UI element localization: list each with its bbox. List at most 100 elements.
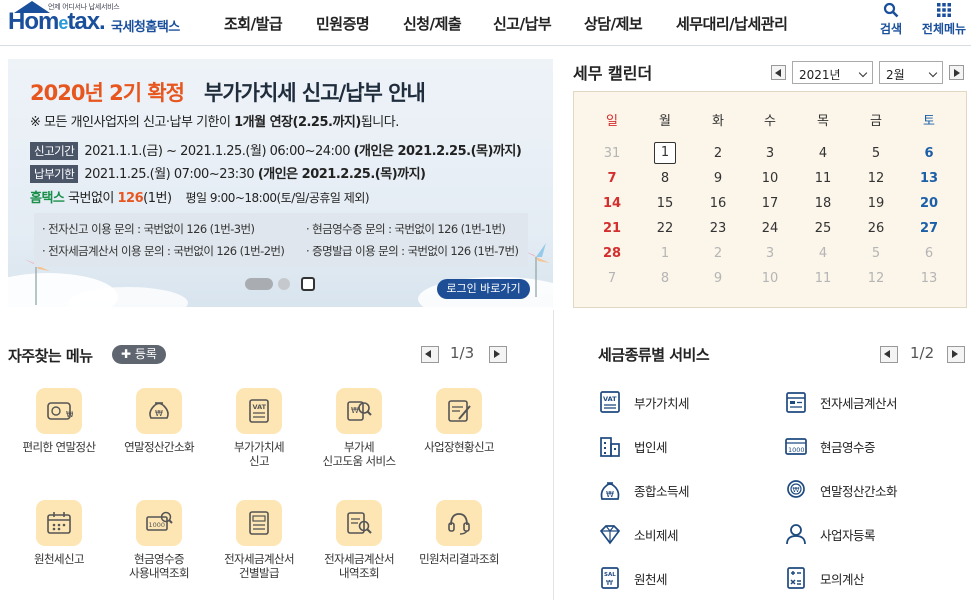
- tax-services-pager: 1/2: [910, 344, 935, 362]
- all-menu-button[interactable]: 전체메뉴: [918, 2, 970, 37]
- calendar-day[interactable]: 3: [750, 146, 790, 161]
- calendar-day[interactable]: 21: [592, 221, 632, 236]
- tax-service-item[interactable]: 1000 현금영수증: [784, 432, 876, 460]
- tax-service-item[interactable]: ₩ 연말정산간소화: [784, 476, 898, 504]
- favorite-item[interactable]: 전자세금계산서 내역조회: [309, 500, 409, 580]
- calendar-day[interactable]: 24: [750, 221, 790, 236]
- calendar-day[interactable]: 20: [909, 196, 949, 211]
- calendar-day[interactable]: 16: [698, 196, 738, 211]
- calendar-day[interactable]: 2: [698, 146, 738, 161]
- invoice-icon: [249, 511, 269, 535]
- favorite-item[interactable]: 원천세신고: [9, 500, 109, 566]
- svg-text:VAT: VAT: [253, 403, 267, 411]
- favorite-label: 사업장현황신고: [424, 440, 494, 454]
- banner-hotline: 홈택스 국번없이 126(1번) 평일 9:00~18:00(토/일/공휴일 제외…: [30, 191, 370, 206]
- nav-inquiry[interactable]: 조회/발급: [224, 13, 283, 34]
- calendar-day[interactable]: 18: [803, 196, 843, 211]
- search-button[interactable]: 검색: [876, 2, 906, 37]
- report-pen-icon: [448, 400, 471, 422]
- calendar-day[interactable]: 4: [803, 146, 843, 161]
- favorite-item[interactable]: ₩ 연말정산간소화: [109, 388, 209, 454]
- favorite-item[interactable]: VAT 부가가치세 신고: [209, 388, 309, 468]
- calendar-day[interactable]: 6: [909, 146, 949, 161]
- login-shortcut-button[interactable]: 로그인 바로가기: [437, 279, 530, 299]
- header: 언제 어디서나 납세서비스 Hometax. 국세청홈택스 조회/발급 민원증명…: [0, 0, 971, 46]
- calendar-day[interactable]: 25: [803, 221, 843, 236]
- favorites-title: 자주찾는 메뉴: [8, 347, 93, 365]
- favorite-label: 현금영수증 사용내역조회: [129, 552, 189, 580]
- nav-consult-report[interactable]: 상담/제보: [584, 13, 643, 34]
- favorites-register-button[interactable]: ✚ 등록: [112, 345, 166, 364]
- calendar-day: 31: [603, 146, 621, 161]
- favorite-item[interactable]: ₩ 편리한 연말정산: [9, 388, 109, 454]
- tax-service-item[interactable]: 사업자등록: [784, 520, 876, 548]
- calendar-day[interactable]: 27: [909, 221, 949, 236]
- calendar-day: 8: [660, 271, 670, 286]
- plus-icon: ✚: [121, 347, 132, 361]
- favorite-item[interactable]: 민원처리결과조회: [409, 500, 509, 566]
- calendar-day[interactable]: 15: [645, 196, 685, 211]
- tax-service-item[interactable]: ₩ 종합소득세: [598, 476, 690, 504]
- calendar-day[interactable]: 9: [698, 171, 738, 186]
- banner-title-highlight: 2020년 2기 확정: [30, 81, 185, 105]
- calendar-day[interactable]: 5: [856, 146, 896, 161]
- calendar-day[interactable]: 10: [750, 171, 790, 186]
- calendar-day[interactable]: 11: [803, 171, 843, 186]
- nav-tax-agent[interactable]: 세무대리/납세관리: [676, 13, 788, 34]
- calendar-day[interactable]: 14: [592, 196, 632, 211]
- favorite-item[interactable]: ₩ 부가세 신고도움 서비스: [309, 388, 409, 468]
- svg-text:₩: ₩: [66, 410, 73, 419]
- tax-calendar: 일 월 화 수 목 금 토 31 1 2 3 4 5 6 7 8 9 10 11 12 13 14 15 16 17 18 19 20…: [573, 91, 967, 308]
- notice-banner[interactable]: 2020년 2기 확정 부가가치세 신고/납부 안내 ※ 모든 개인사업자의 신…: [8, 59, 553, 307]
- tax-service-item[interactable]: SAL ₩ 원천세: [598, 564, 668, 592]
- calendar-day-today[interactable]: 1: [654, 142, 676, 164]
- calendar-day[interactable]: 26: [856, 221, 896, 236]
- tax-service-item[interactable]: 법인세: [598, 432, 668, 460]
- calendar-month-select[interactable]: 2월: [879, 61, 943, 84]
- calendar-day[interactable]: 8: [645, 171, 685, 186]
- contact-cash-receipt: · 현금영수증 문의 : 국번없이 126 (1번-1번): [306, 222, 506, 236]
- tax-services-next-button[interactable]: [947, 346, 965, 363]
- favorite-item[interactable]: 1000 현금영수증 사용내역조회: [109, 500, 209, 580]
- calendar-weekday: 일: [606, 114, 618, 129]
- calendar-year-select[interactable]: 2021년: [792, 61, 873, 84]
- calendar-day[interactable]: 13: [909, 171, 949, 186]
- calendar-day: 10: [761, 271, 779, 286]
- tax-service-item[interactable]: VAT 부가가치세: [598, 388, 690, 416]
- favorite-item[interactable]: 사업장현황신고: [409, 388, 509, 454]
- favorites-next-button[interactable]: [489, 346, 507, 363]
- banner-pause-button[interactable]: [301, 277, 315, 291]
- favorite-icon-tile: [236, 500, 282, 546]
- diamond-icon: [599, 525, 621, 545]
- cash-1000-icon: 1000: [785, 438, 807, 455]
- calendar-day[interactable]: 19: [856, 196, 896, 211]
- cash-receipt-icon: 1000: [146, 511, 173, 531]
- calendar-prev-year-button[interactable]: [771, 65, 786, 80]
- calendar-day[interactable]: 7: [592, 171, 632, 186]
- tax-services-prev-button[interactable]: [880, 346, 898, 363]
- tax-service-item[interactable]: 소비제세: [598, 520, 679, 548]
- svg-text:₩: ₩: [793, 486, 800, 494]
- banner-dot-2[interactable]: [278, 278, 290, 290]
- calendar-weekday: 목: [817, 114, 829, 129]
- nav-applications[interactable]: 신청/제출: [403, 13, 462, 34]
- favorite-item[interactable]: 전자세금계산서 건별발급: [209, 500, 309, 580]
- favorite-icon-tile: [436, 388, 482, 434]
- tax-service-item[interactable]: 전자세금계산서: [784, 388, 898, 416]
- favorites-prev-button[interactable]: [421, 346, 439, 363]
- banner-dot-1[interactable]: [245, 278, 273, 290]
- calendar-weekday: 월: [659, 114, 671, 129]
- nav-filing-payment[interactable]: 신고/납부: [493, 13, 552, 34]
- tax-service-item[interactable]: 모의계산: [784, 564, 865, 592]
- calendar-next-month-button[interactable]: [949, 65, 964, 80]
- calendar-day[interactable]: 28: [592, 246, 632, 261]
- calendar-day[interactable]: 12: [856, 171, 896, 186]
- calendar-day[interactable]: 23: [698, 221, 738, 236]
- nav-certificates[interactable]: 민원증명: [316, 13, 370, 34]
- calendar-day[interactable]: 17: [750, 196, 790, 211]
- tax-calendar-title: 세무 캘린더: [573, 64, 653, 83]
- favorite-icon-tile: [336, 500, 382, 546]
- calendar-day: 5: [871, 246, 881, 261]
- calendar-day[interactable]: 22: [645, 221, 685, 236]
- favorite-label: 원천세신고: [34, 552, 85, 566]
